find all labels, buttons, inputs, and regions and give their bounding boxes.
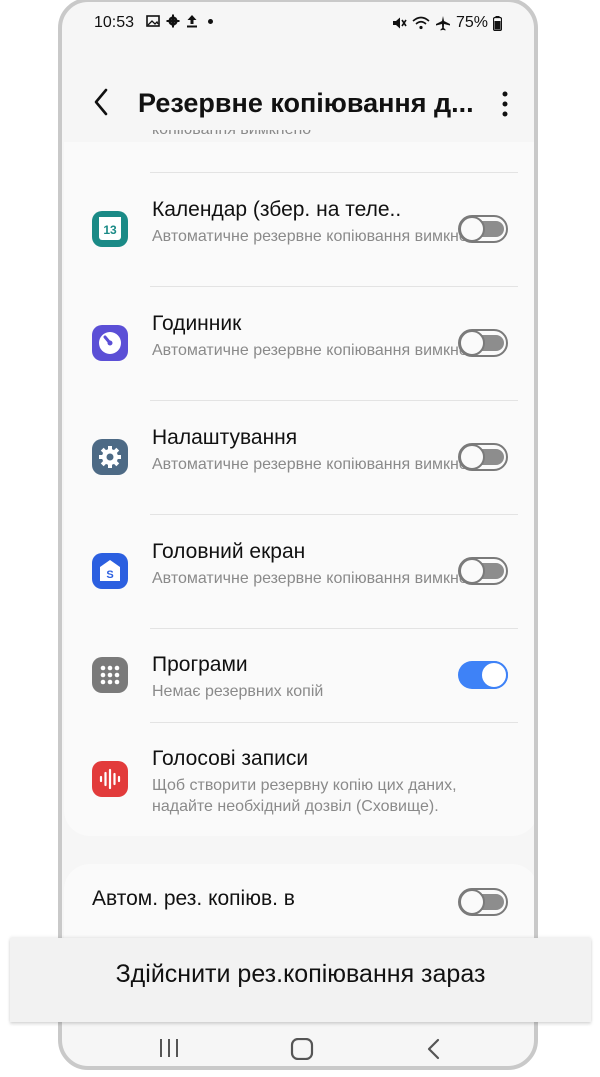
item-title: Головний екран [152,540,306,563]
status-left-icons [146,14,213,28]
clock-backup-toggle[interactable] [458,329,508,357]
status-time: 10:53 [94,14,135,31]
apps-icon [92,657,128,693]
partial-row-clip: копіювання вимкнено [152,130,512,142]
item-title: Налаштування [152,426,298,449]
status-bar: 10:53 75% [62,2,534,46]
item-subtitle: Немає резервних копій [152,683,324,700]
item-title: Голосові записи [152,747,309,770]
clock-icon [92,325,128,361]
home-icon[interactable] [290,1038,314,1060]
page-title: Резервне копіювання д... [138,88,474,118]
settings-backup-toggle[interactable] [458,443,508,471]
list-item-voice-recorder[interactable]: Голосові записи Щоб створити резервну ко… [64,723,534,836]
item-title: Програми [152,653,248,676]
list-item-calendar[interactable]: 13 Календар (збер. на теле.. Автоматичне… [64,173,534,286]
back-button[interactable] [88,86,116,118]
item-title: Календар (збер. на теле.. [152,198,402,221]
upload-icon [187,15,197,28]
navigation-bar [62,1024,534,1066]
image-icon [146,15,160,27]
backup-items-card: копіювання вимкнено 13 Календар (збер. н… [64,130,534,836]
voice-recorder-icon [92,761,128,797]
more-options-icon[interactable] [500,90,510,118]
home-screen-backup-toggle[interactable] [458,557,508,585]
list-item-home-screen[interactable]: S Головний екран Автоматичне резервне ко… [64,515,534,628]
list-item-clock[interactable]: Годинник Автоматичне резервне копіювання… [64,287,534,400]
calendar-icon: 13 [92,211,128,247]
phone-screen: 10:53 75% Резервне копіювання д... копію… [58,0,538,1070]
mute-icon [392,17,407,29]
back-nav-icon[interactable] [426,1038,442,1060]
home-screen-icon: S [92,553,128,589]
gear-icon [166,14,180,28]
list-item-settings[interactable]: Налаштування Автоматичне резервне копіюв… [64,401,534,514]
backup-now-label: Здійснити рез.копіювання зараз [115,960,486,988]
item-subtitle: Щоб створити резервну копію цих даних, н… [152,777,457,815]
backup-now-button[interactable]: Здійснити рез.копіювання зараз [10,938,591,1022]
svg-text:S: S [106,569,113,581]
settings-icon [92,439,128,475]
recent-apps-icon[interactable] [158,1038,180,1058]
status-right-icons: 75% [391,14,502,32]
battery-percent: 75% [455,14,488,31]
calendar-backup-toggle[interactable] [458,215,508,243]
auto-backup-label: Автом. рез. копіюв. в [92,887,295,910]
battery-icon [493,15,502,31]
airplane-icon [435,16,450,31]
apps-backup-toggle[interactable] [458,661,508,689]
wifi-icon [412,16,430,30]
list-item-apps[interactable]: Програми Немає резервних копій [64,629,534,722]
auto-backup-toggle[interactable] [458,888,508,916]
item-title: Годинник [152,312,242,335]
partial-row-subtitle: копіювання вимкнено [152,130,311,140]
dot-icon [208,18,213,24]
